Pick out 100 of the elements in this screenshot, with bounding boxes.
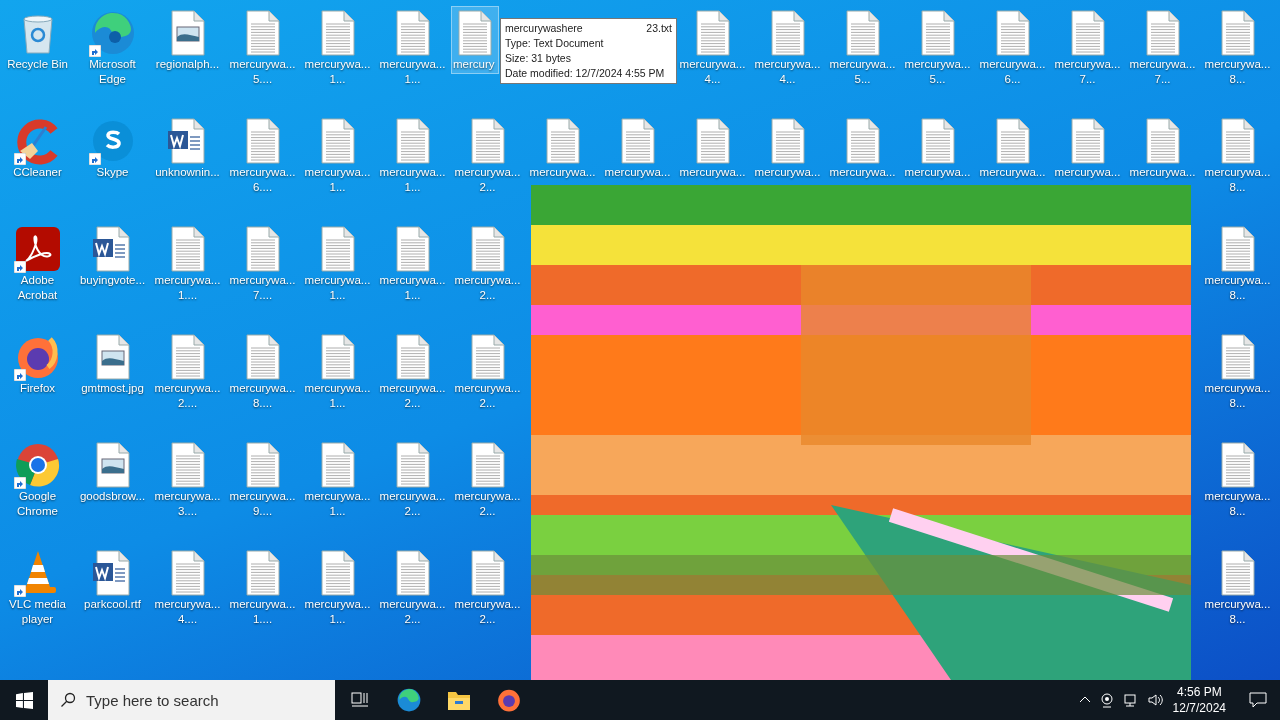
icon-label: mercurywa... <box>154 489 221 504</box>
shortcut-arrow-icon <box>13 261 26 273</box>
tooltip-text: Date modified: 12/7/2024 4:55 PM <box>505 66 666 81</box>
desktop-icon[interactable]: gmtmost.jpg <box>76 330 149 398</box>
icon-label: 2... <box>479 612 496 627</box>
task-view-icon <box>351 692 369 708</box>
icon-label: mercurywa... <box>379 273 446 288</box>
desktop-icon[interactable]: mercurywa... 2.... <box>151 330 224 413</box>
desktop-icon[interactable]: buyingvote... <box>76 222 149 290</box>
desktop-icon[interactable]: CCleaner <box>1 114 74 182</box>
desktop-icon[interactable]: mercurywa... 1... <box>301 546 374 629</box>
network-icon[interactable] <box>1122 692 1139 708</box>
clock-date[interactable]: 12/7/2024 <box>1172 700 1226 716</box>
desktop-icon[interactable]: mercurywa... 1... <box>301 222 374 305</box>
desktop-icon[interactable]: mercurywa... 1... <box>301 6 374 89</box>
desktop-icon[interactable]: mercurywa... <box>976 114 1049 182</box>
icon-label: 1.... <box>177 288 198 303</box>
desktop-icon[interactable]: mercurywa... 1... <box>301 438 374 521</box>
chrome-icon <box>13 441 62 489</box>
desktop-icon[interactable]: mercurywa... 5... <box>826 6 899 89</box>
desktop-icon[interactable]: mercurywa... 9.... <box>226 438 299 521</box>
desktop-icon[interactable]: mercurywa... 8... <box>1201 222 1274 305</box>
desktop-icon[interactable]: mercurywa... 7... <box>1051 6 1124 89</box>
desktop-icon[interactable]: mercurywa... 1... <box>301 114 374 197</box>
icon-label: 6.... <box>252 180 273 195</box>
desktop-icon[interactable]: mercury <box>451 6 499 74</box>
webcam-icon[interactable] <box>1098 692 1115 708</box>
desktop-icon[interactable]: Recycle Bin <box>1 6 74 74</box>
icon-label: mercurywa... <box>979 57 1046 72</box>
icon-label: mercurywa... <box>229 381 296 396</box>
icon-label: 2... <box>479 288 496 303</box>
desktop-icon[interactable]: mercurywa... <box>601 114 674 182</box>
desktop-icon[interactable]: mercurywa... 6... <box>976 6 1049 89</box>
desktop-icon[interactable]: mercurywa... 2... <box>451 114 524 197</box>
desktop-icon[interactable]: mercurywa... 4.... <box>151 546 224 629</box>
desktop-icon[interactable]: mercurywa... 7.... <box>226 222 299 305</box>
icon-label: Chrome <box>17 504 58 519</box>
icon-label: 4.... <box>177 612 198 627</box>
icon-label: mercurywa... <box>229 57 296 72</box>
desktop-icon[interactable]: mercurywa... 1... <box>376 114 449 197</box>
desktop-icon[interactable]: mercurywa... 4... <box>676 6 749 89</box>
icon-label: 2... <box>404 396 421 411</box>
desktop-icon[interactable]: Google Chrome <box>1 438 74 521</box>
desktop-icon[interactable]: Microsoft Edge <box>76 6 149 89</box>
volume-icon[interactable] <box>1146 692 1163 708</box>
desktop-icon[interactable]: mercurywa... 2... <box>376 330 449 413</box>
icon-label: Acrobat <box>17 288 58 303</box>
desktop-icon[interactable]: mercurywa... <box>751 114 824 182</box>
desktop-icon[interactable]: mercurywa... 1... <box>301 330 374 413</box>
desktop-icon[interactable]: mercurywa... <box>1126 114 1199 182</box>
desktop-icon[interactable]: Firefox <box>1 330 74 398</box>
desktop-icon[interactable]: mercurywa... 1.... <box>226 546 299 629</box>
icon-label: unknownin... <box>155 165 220 180</box>
icon-label: mercurywa... <box>154 381 221 396</box>
desktop-icon[interactable]: mercurywa... 1.... <box>151 222 224 305</box>
desktop-icon[interactable]: mercurywa... 4... <box>751 6 824 89</box>
desktop-icon[interactable]: mercurywa... 2... <box>376 546 449 629</box>
shortcut-arrow-icon <box>88 153 101 165</box>
clock-time[interactable]: 4:56 PM <box>1176 684 1222 700</box>
icon-label: mercurywa... <box>454 273 521 288</box>
icon-label: 2.... <box>177 396 198 411</box>
desktop-icon[interactable]: mercurywa... 2... <box>451 438 524 521</box>
desktop-icon[interactable]: mercurywa... <box>526 114 599 182</box>
desktop-icon[interactable]: mercurywa... 8... <box>1201 330 1274 413</box>
desktop-icon[interactable]: VLC media player <box>1 546 74 629</box>
desktop-icon[interactable]: mercurywa... 8... <box>1201 546 1274 629</box>
desktop-icon[interactable]: Adobe Acrobat <box>1 222 74 305</box>
desktop-icon[interactable]: mercurywa... <box>826 114 899 182</box>
desktop-icon[interactable]: regionalph... <box>151 6 224 74</box>
desktop-icon[interactable]: mercurywa... 1... <box>376 6 449 89</box>
icon-label: 7... <box>1079 72 1096 87</box>
search-field[interactable]: Type here to search <box>48 680 335 720</box>
desktop-icon[interactable]: mercurywa... 2... <box>451 222 524 305</box>
desktop-icon[interactable]: unknownin... <box>151 114 224 182</box>
desktop-icon[interactable]: mercurywa... 5... <box>901 6 974 89</box>
desktop-icon[interactable]: Skype <box>76 114 149 182</box>
desktop-icon[interactable]: mercurywa... 8... <box>1201 438 1274 521</box>
desktop-icon[interactable]: mercurywa... 2... <box>451 330 524 413</box>
desktop-icon[interactable]: mercurywa... 2... <box>376 438 449 521</box>
icon-label: mercurywa... <box>379 57 446 72</box>
desktop-icon[interactable]: mercurywa... 6.... <box>226 114 299 197</box>
desktop-icon[interactable]: mercurywa... <box>676 114 749 182</box>
desktop-icon[interactable]: mercurywa... 5.... <box>226 6 299 89</box>
tooltip-text: 23.txt <box>646 21 672 36</box>
desktop-icon[interactable]: mercurywa... 2... <box>451 546 524 629</box>
desktop-icon[interactable]: mercurywa... 3.... <box>151 438 224 521</box>
icon-label: mercurywa... <box>379 489 446 504</box>
desktop-icon[interactable]: mercurywa... 8.... <box>226 330 299 413</box>
desktop-icon[interactable]: mercurywa... <box>901 114 974 182</box>
acrobat-icon <box>13 225 62 273</box>
icon-label: 1... <box>329 288 346 303</box>
shortcut-arrow-icon <box>88 45 101 57</box>
desktop-icon[interactable]: mercurywa... <box>1051 114 1124 182</box>
desktop-icon[interactable]: mercurywa... 8... <box>1201 114 1274 197</box>
desktop-icon[interactable]: goodsbrow... <box>76 438 149 506</box>
desktop-icon[interactable]: mercurywa... 1... <box>376 222 449 305</box>
desktop-icon[interactable]: mercurywa... 8... <box>1201 6 1274 89</box>
desktop-icon[interactable]: mercurywa... 7... <box>1126 6 1199 89</box>
icon-label: mercurywa... <box>829 57 896 72</box>
desktop-icon[interactable]: parkcool.rtf <box>76 546 149 614</box>
